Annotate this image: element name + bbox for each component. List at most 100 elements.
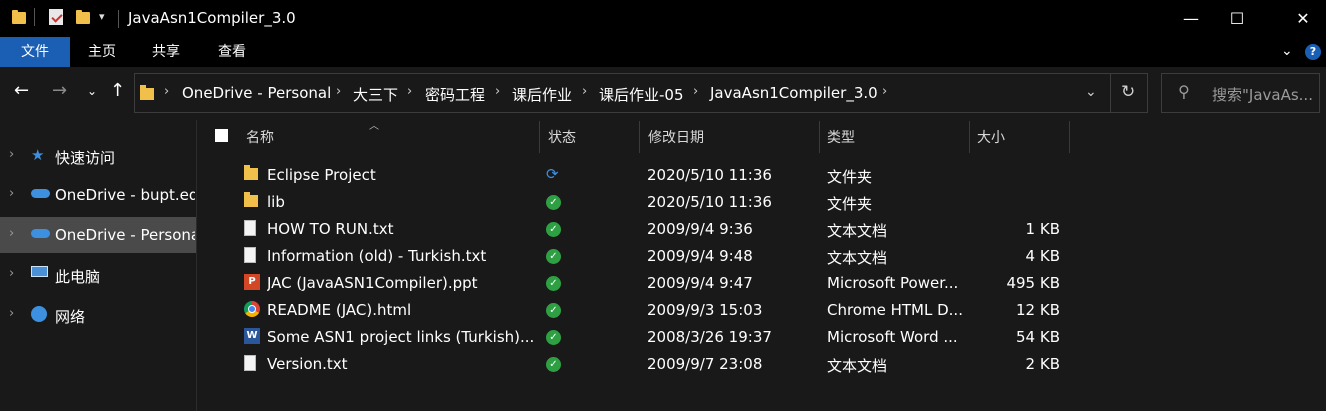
window-title: JavaAsn1Compiler_3.0 [128, 9, 296, 27]
file-row[interactable]: Version.txt ✓ 2009/9/7 23:08 文本文档 2 KB [200, 351, 1080, 378]
search-icon: ⚲ [1178, 82, 1190, 101]
file-row[interactable]: lib ✓ 2020/5/10 11:36 文件夹 [200, 189, 1080, 216]
chevron-right-icon[interactable]: › [164, 84, 169, 99]
file-size: 1 KB [1025, 220, 1060, 238]
folder-icon [244, 165, 258, 180]
file-date: 2008/3/26 19:37 [647, 328, 772, 346]
file-row[interactable]: P JAC (JavaASN1Compiler).ppt ✓ 2009/9/4 … [200, 270, 1080, 297]
column-header-status[interactable]: 状态 [548, 127, 576, 147]
column-divider[interactable] [639, 121, 640, 153]
nav-item-label: 此电脑 [55, 268, 101, 286]
sync-pending-icon: ⟳ [546, 165, 559, 183]
file-date: 2009/9/4 9:47 [647, 274, 753, 292]
nav-item-label: 快速访问 [55, 149, 116, 167]
chevron-right-icon[interactable]: › [407, 84, 412, 99]
nav-item-onedrive-bupt[interactable]: › OneDrive - bupt.ed [0, 177, 196, 213]
chevron-right-icon[interactable]: › [9, 186, 14, 201]
chevron-right-icon[interactable]: › [882, 84, 887, 99]
file-date: 2009/9/4 9:36 [647, 220, 753, 238]
chevron-right-icon[interactable]: › [9, 266, 14, 281]
file-type: 文本文档 [827, 249, 888, 267]
tab-share[interactable]: 共享 [134, 37, 198, 67]
text-file-icon [244, 355, 256, 371]
synced-check-icon: ✓ [546, 303, 561, 318]
file-size: 4 KB [1025, 247, 1060, 265]
file-type: Chrome HTML D... [827, 301, 963, 319]
breadcrumb-current[interactable]: JavaAsn1Compiler_3.0 [710, 84, 878, 102]
file-row[interactable]: README (JAC).html ✓ 2009/9/3 15:03 Chrom… [200, 297, 1080, 324]
folder-icon [140, 85, 154, 100]
file-row[interactable]: HOW TO RUN.txt ✓ 2009/9/4 9:36 文本文档 1 KB [200, 216, 1080, 243]
back-arrow-icon[interactable]: ← [14, 80, 29, 101]
up-arrow-icon[interactable]: ↑ [110, 80, 125, 101]
star-icon: ★ [31, 146, 45, 164]
powerpoint-icon: P [244, 274, 260, 290]
chevron-right-icon[interactable]: › [582, 84, 587, 99]
breadcrumb-item[interactable]: 课后作业-05 [599, 84, 684, 105]
properties-icon[interactable] [49, 9, 63, 25]
column-header-name[interactable]: 名称 [246, 127, 274, 147]
file-date: 2009/9/3 15:03 [647, 301, 763, 319]
tab-home[interactable]: 主页 [70, 37, 134, 67]
column-header-size[interactable]: 大小 [977, 127, 1005, 147]
recent-locations-chevron-icon[interactable]: ⌄ [87, 84, 97, 98]
new-folder-icon[interactable] [76, 10, 90, 24]
column-divider[interactable] [539, 121, 540, 153]
address-dropdown-icon[interactable]: ⌄ [1085, 84, 1097, 100]
column-divider[interactable] [1069, 121, 1070, 153]
chevron-right-icon[interactable]: › [9, 306, 14, 321]
help-icon[interactable]: ? [1305, 44, 1321, 60]
nav-item-onedrive-personal[interactable]: › OneDrive - Persona [0, 217, 196, 253]
select-all-checkbox[interactable] [215, 129, 228, 142]
file-name: Eclipse Project [267, 166, 376, 184]
folder-icon [244, 192, 258, 207]
computer-icon [31, 266, 48, 277]
file-type: 文件夹 [827, 195, 873, 213]
chevron-right-icon[interactable]: › [336, 84, 341, 99]
column-header-type[interactable]: 类型 [827, 127, 855, 147]
file-name: Information (old) - Turkish.txt [267, 247, 487, 265]
file-row[interactable]: Information (old) - Turkish.txt ✓ 2009/9… [200, 243, 1080, 270]
forward-arrow-icon[interactable]: → [52, 80, 67, 101]
file-date: 2009/9/4 9:48 [647, 247, 753, 265]
tab-view[interactable]: 查看 [198, 37, 266, 67]
chevron-right-icon[interactable]: › [9, 226, 14, 241]
chevron-right-icon[interactable]: › [693, 84, 698, 99]
close-button[interactable]: ✕ [1280, 0, 1326, 37]
file-name: lib [267, 193, 285, 211]
nav-item-network[interactable]: › 网络 [0, 297, 196, 333]
pane-divider[interactable] [196, 120, 197, 411]
breadcrumb-item[interactable]: 课后作业 [512, 84, 572, 105]
nav-item-this-pc[interactable]: › 此电脑 [0, 257, 196, 293]
file-type: Microsoft Power... [827, 274, 959, 292]
breadcrumb-onedrive[interactable]: OneDrive - Personal [182, 84, 331, 102]
refresh-icon[interactable]: ↻ [1121, 82, 1135, 102]
chevron-down-icon[interactable]: ⌄ [1281, 43, 1293, 59]
customize-toolbar-icon[interactable]: ▾ [99, 10, 105, 23]
nav-item-label: OneDrive - bupt.ed [55, 186, 195, 204]
synced-check-icon: ✓ [546, 330, 561, 345]
chevron-right-icon[interactable]: › [495, 84, 500, 99]
file-row[interactable]: Eclipse Project ⟳ 2020/5/10 11:36 文件夹 [200, 162, 1080, 189]
minimize-button[interactable]: — [1168, 0, 1214, 37]
chevron-right-icon[interactable]: › [9, 147, 14, 162]
tab-file[interactable]: 文件 [0, 37, 70, 67]
column-divider[interactable] [819, 121, 820, 153]
separator [118, 10, 119, 28]
column-header-date[interactable]: 修改日期 [648, 127, 704, 147]
column-divider[interactable] [969, 121, 970, 153]
breadcrumb-item[interactable]: 大三下 [353, 84, 398, 105]
word-icon: W [244, 328, 260, 344]
chrome-icon [244, 301, 260, 317]
separator [34, 8, 35, 26]
maximize-button[interactable]: ☐ [1214, 0, 1260, 37]
nav-item-label: OneDrive - Persona [55, 226, 195, 244]
file-row[interactable]: W Some ASN1 project links (Turkish).... … [200, 324, 1080, 351]
text-file-icon [244, 247, 256, 263]
file-type: 文本文档 [827, 222, 888, 240]
text-file-icon [244, 220, 256, 236]
file-type: Microsoft Word ... [827, 328, 958, 346]
folder-icon [12, 10, 26, 24]
breadcrumb-item[interactable]: 密码工程 [425, 84, 485, 105]
nav-item-quick-access[interactable]: › ★ 快速访问 [0, 138, 196, 174]
